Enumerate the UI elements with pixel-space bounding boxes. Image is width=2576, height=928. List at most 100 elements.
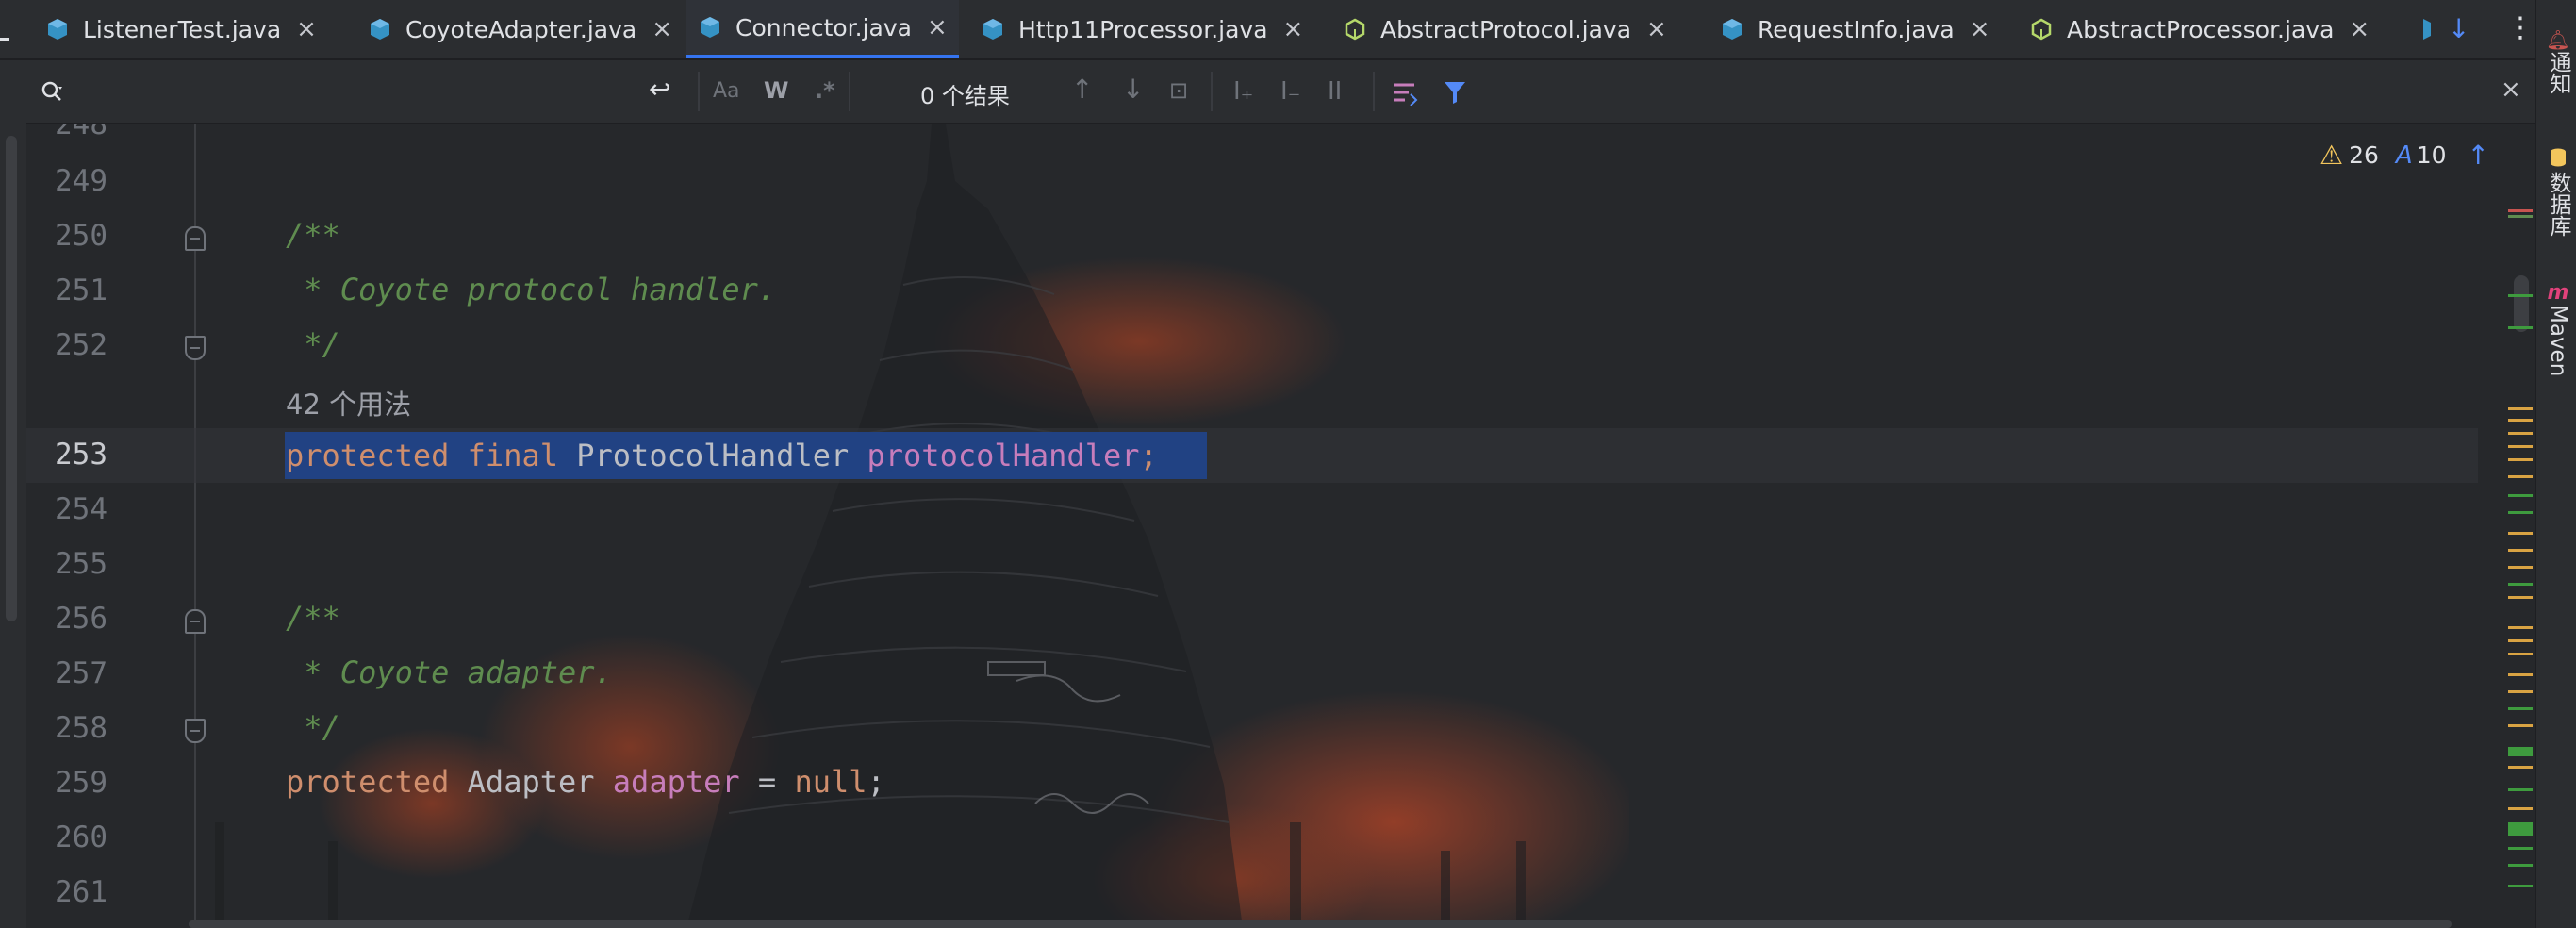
warning-marker[interactable] bbox=[2508, 724, 2533, 727]
usages-inlay-hint[interactable]: 42 个用法 bbox=[286, 383, 411, 423]
tab-label: ListenerTest.java bbox=[83, 15, 282, 43]
vertical-scrollbar[interactable] bbox=[6, 136, 17, 621]
tab-connector[interactable]: Connector.java × bbox=[686, 0, 959, 58]
close-icon[interactable]: × bbox=[1646, 15, 1667, 43]
remove-selection-icon[interactable]: I₋ bbox=[1280, 77, 1300, 106]
line-number: 258 bbox=[55, 711, 107, 745]
regex-toggle[interactable]: .* bbox=[815, 77, 835, 104]
close-icon[interactable]: × bbox=[652, 15, 672, 43]
warning-marker[interactable] bbox=[2508, 458, 2533, 461]
select-all-matches-icon[interactable]: II bbox=[1328, 77, 1342, 106]
add-selection-icon[interactable]: I₊ bbox=[1233, 77, 1253, 106]
more-options-icon[interactable]: ⋮ bbox=[2506, 11, 2535, 44]
tab-label: Connector.java bbox=[735, 13, 912, 41]
code-editor[interactable]: 248 249 250 251 252 253 254 255 256 257 … bbox=[26, 124, 2504, 928]
warning-marker[interactable] bbox=[2508, 673, 2533, 676]
inspection-widget[interactable]: ⚠ 26 A 10 ↑ ↓ bbox=[2320, 140, 2528, 171]
change-marker[interactable] bbox=[2508, 788, 2533, 791]
change-marker[interactable] bbox=[2508, 707, 2533, 710]
change-marker[interactable] bbox=[2508, 583, 2533, 586]
tab-label: Http11Processor.java bbox=[1018, 15, 1268, 43]
code-line-253: protected final ProtocolHandler protocol… bbox=[286, 436, 1158, 475]
close-icon[interactable]: × bbox=[927, 13, 948, 41]
match-case-toggle[interactable]: Aa bbox=[713, 79, 740, 103]
change-marker[interactable] bbox=[2508, 294, 2533, 297]
tab-abstractprocessor[interactable]: AbstractProcessor.java × bbox=[2029, 0, 2370, 58]
java-class-icon[interactable] bbox=[2416, 17, 2431, 41]
warning-marker[interactable] bbox=[2508, 532, 2533, 535]
divider bbox=[1373, 72, 1375, 111]
code-line-252: */ bbox=[286, 326, 340, 362]
fold-collapse-icon[interactable] bbox=[185, 609, 206, 634]
change-marker[interactable] bbox=[2508, 215, 2533, 218]
fold-end-icon[interactable] bbox=[185, 719, 206, 743]
database-tool-button[interactable]: 数据库 bbox=[2542, 147, 2574, 237]
change-marker[interactable] bbox=[2508, 511, 2533, 514]
change-marker[interactable] bbox=[2508, 822, 2533, 836]
typo-count: 10 bbox=[2416, 141, 2447, 169]
new-line-icon[interactable]: ↩ bbox=[649, 74, 670, 105]
keyword: null bbox=[794, 764, 867, 800]
warning-marker[interactable] bbox=[2508, 653, 2533, 655]
change-marker[interactable] bbox=[2508, 885, 2533, 887]
find-bar: ↩ Aa W .* 0 个结果 ↑ ↓ ⊡ I₊ I₋ II × bbox=[26, 60, 2535, 124]
error-marker[interactable] bbox=[2508, 209, 2533, 212]
tab-label: AbstractProcessor.java bbox=[2067, 15, 2335, 43]
previous-problem-icon[interactable]: ↑ bbox=[2468, 140, 2489, 171]
code-line-258: */ bbox=[286, 709, 340, 745]
stripe-thumb[interactable] bbox=[2514, 275, 2529, 332]
close-icon[interactable]: × bbox=[296, 15, 317, 43]
warning-marker[interactable] bbox=[2508, 549, 2533, 552]
error-stripe[interactable] bbox=[2504, 124, 2535, 928]
fold-collapse-icon[interactable] bbox=[185, 226, 206, 251]
whole-words-toggle[interactable]: W bbox=[764, 77, 788, 104]
warning-marker[interactable] bbox=[2508, 432, 2533, 435]
select-all-occurrences-icon[interactable]: ⊡ bbox=[1169, 77, 1188, 104]
warning-marker[interactable] bbox=[2508, 475, 2533, 478]
search-history-icon[interactable] bbox=[40, 79, 66, 106]
tab-http11processor[interactable]: Http11Processor.java × bbox=[981, 0, 1303, 58]
java-abstract-class-icon bbox=[2031, 18, 2052, 41]
warning-marker[interactable] bbox=[2508, 407, 2533, 410]
warning-marker[interactable] bbox=[2508, 445, 2533, 448]
notifications-tool-button[interactable]: 🔔︎ 通知 bbox=[2542, 28, 2574, 94]
change-marker[interactable] bbox=[2508, 326, 2533, 329]
warning-marker[interactable] bbox=[2508, 596, 2533, 599]
change-marker[interactable] bbox=[2508, 864, 2533, 867]
field-name: protocolHandler bbox=[867, 438, 1140, 473]
right-tool-window-bar: 🔔︎ 通知 数据库 m Maven bbox=[2535, 0, 2576, 928]
tab-coyoteadapter[interactable]: CoyoteAdapter.java × bbox=[368, 0, 672, 58]
editor-tab-bar: ListenerTest.java × CoyoteAdapter.java ×… bbox=[0, 0, 2535, 60]
close-icon[interactable]: × bbox=[2501, 75, 2521, 104]
close-icon[interactable]: × bbox=[1283, 15, 1304, 43]
previous-occurrence-icon[interactable]: ↑ bbox=[1071, 74, 1093, 105]
next-occurrence-icon[interactable]: ↓ bbox=[1122, 74, 1144, 105]
notifications-icon: 🔔︎ bbox=[2546, 28, 2570, 51]
warning-marker[interactable] bbox=[2508, 690, 2533, 693]
close-icon[interactable]: × bbox=[1970, 15, 1990, 43]
close-icon[interactable]: × bbox=[2349, 15, 2370, 43]
warning-marker[interactable] bbox=[2508, 626, 2533, 629]
tab-abstractprotocol[interactable]: AbstractProtocol.java × bbox=[1343, 0, 1667, 58]
search-input[interactable] bbox=[111, 70, 652, 115]
keyword: protected bbox=[286, 438, 450, 473]
warning-marker[interactable] bbox=[2508, 766, 2533, 769]
change-marker[interactable] bbox=[2508, 747, 2533, 756]
warning-marker[interactable] bbox=[2508, 639, 2533, 642]
change-marker[interactable] bbox=[2508, 494, 2533, 497]
left-editor-strip bbox=[0, 60, 26, 928]
tab-listenertest[interactable]: ListenerTest.java × bbox=[45, 0, 317, 58]
horizontal-scrollbar[interactable] bbox=[189, 920, 2452, 928]
change-marker[interactable] bbox=[2508, 847, 2533, 850]
filter-search-results-icon[interactable] bbox=[1392, 81, 1420, 106]
semicolon: ; bbox=[1139, 438, 1158, 473]
editor-background-image bbox=[215, 124, 1629, 928]
maven-tool-button[interactable]: m Maven bbox=[2542, 281, 2574, 376]
funnel-filter-icon[interactable] bbox=[1443, 79, 1467, 106]
fold-end-icon[interactable] bbox=[185, 336, 206, 360]
warning-marker[interactable] bbox=[2508, 566, 2533, 569]
warning-marker[interactable] bbox=[2508, 419, 2533, 422]
warning-marker[interactable] bbox=[2508, 807, 2533, 810]
tabs-overflow-arrow-icon[interactable]: ↓ bbox=[2448, 13, 2469, 44]
tab-requestinfo[interactable]: RequestInfo.java × bbox=[1720, 0, 1990, 58]
